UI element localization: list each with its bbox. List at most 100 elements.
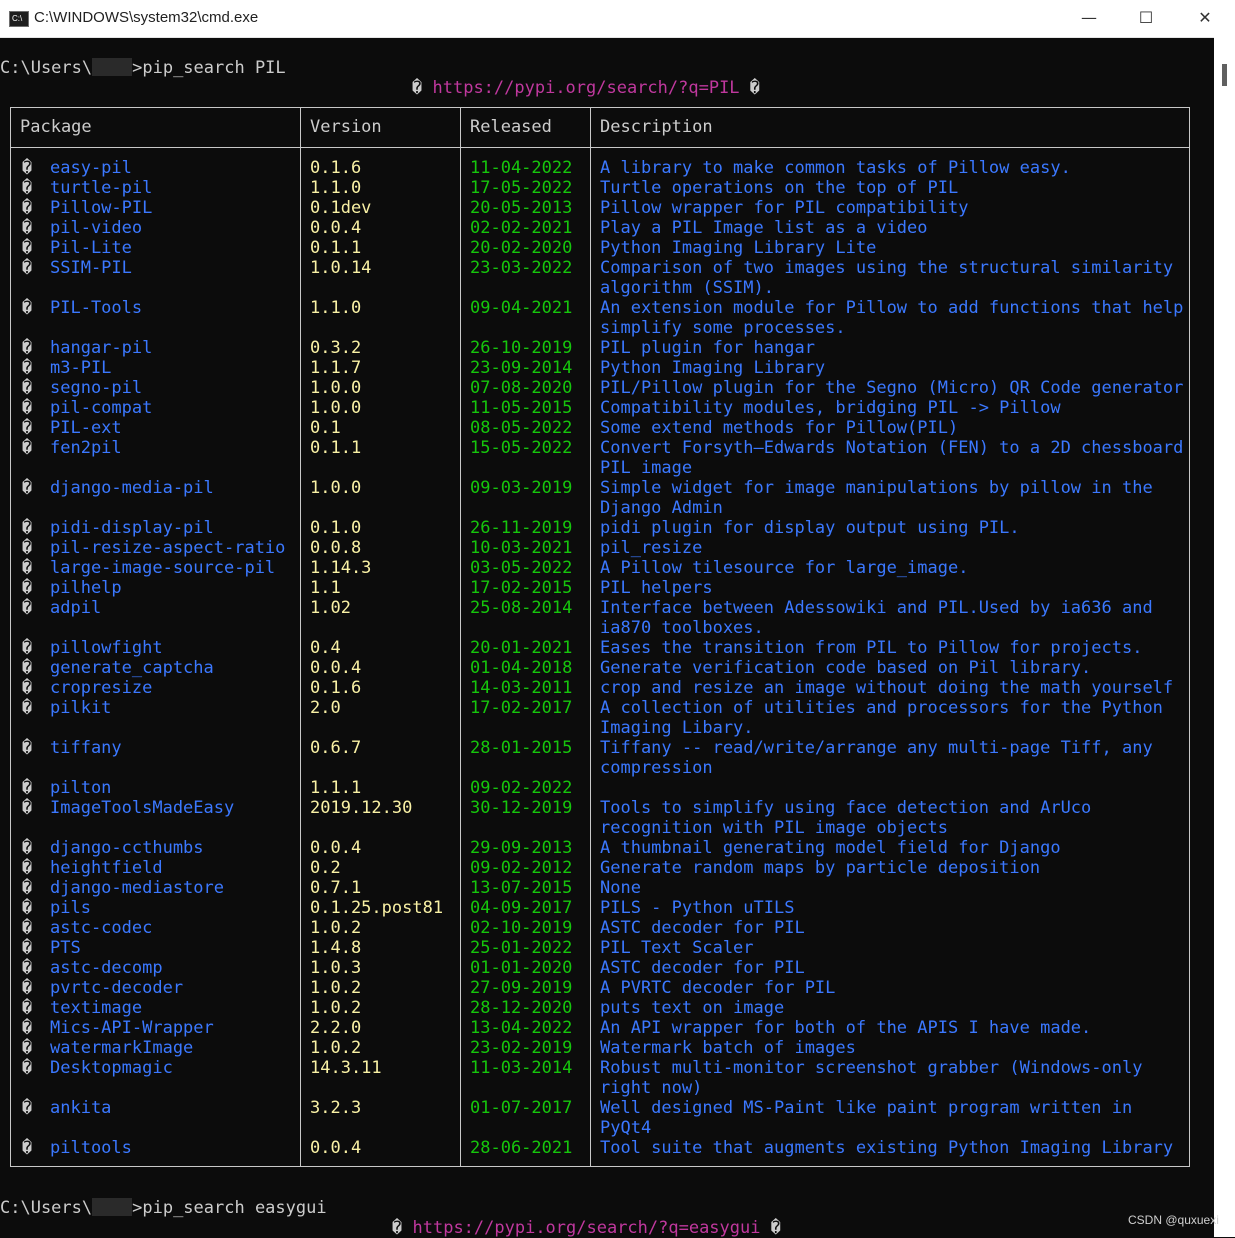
package-icon: �	[22, 1098, 33, 1118]
package-version: 1.0.2	[310, 998, 362, 1018]
package-icon: �	[22, 298, 33, 318]
release-date: 23-03-2022	[470, 258, 573, 278]
header-divider	[10, 147, 1190, 148]
minimize-button[interactable]: —	[1060, 0, 1118, 37]
release-date: 11-03-2014	[470, 1058, 573, 1078]
package-icon: �	[22, 1018, 33, 1038]
package-version: 0.1.0	[310, 518, 362, 538]
package-version: 0.0.4	[310, 658, 362, 678]
maximize-button[interactable]: ☐	[1117, 0, 1175, 37]
package-version: 0.0.4	[310, 218, 362, 238]
header-version: Version	[310, 117, 382, 137]
prompt-line-1: C:\Users\ >pip_search PIL	[0, 58, 286, 78]
package-name: watermarkImage	[50, 1038, 194, 1058]
package-description: Generate random maps by particle deposit…	[600, 858, 1041, 878]
vertical-scrollbar[interactable]	[1214, 37, 1235, 1237]
package-version: 1.0.0	[310, 398, 362, 418]
package-icon: �	[22, 438, 33, 458]
release-date: 25-01-2022	[470, 938, 573, 958]
package-version: 0.0.8	[310, 538, 362, 558]
package-version: 0.3.2	[310, 338, 362, 358]
package-description: Play a PIL Image list as a video	[600, 218, 928, 238]
package-description: Tools to simplify using face detection a…	[600, 798, 1092, 838]
close-button[interactable]: ✕	[1176, 0, 1234, 37]
package-version: 0.1dev	[310, 198, 372, 218]
package-icon: �	[22, 898, 33, 918]
release-date: 13-07-2015	[470, 878, 573, 898]
release-date: 09-02-2022	[470, 778, 573, 798]
package-version: 14.3.11	[310, 1058, 382, 1078]
release-date: 27-09-2019	[470, 978, 573, 998]
package-icon: �	[22, 858, 33, 878]
package-description: Convert Forsyth–Edwards Notation (FEN) t…	[600, 438, 1184, 478]
package-version: 0.1.1	[310, 238, 362, 258]
release-date: 04-09-2017	[470, 898, 573, 918]
package-version: 1.0.0	[310, 378, 362, 398]
package-icon: �	[22, 198, 33, 218]
package-version: 0.1.6	[310, 158, 362, 178]
package-name: django-ccthumbs	[50, 838, 204, 858]
package-name: segno-pil	[50, 378, 143, 398]
search-url-line-2: � https://pypi.org/search/?q=easygui �	[392, 1218, 781, 1238]
package-description: PIL helpers	[600, 578, 713, 598]
package-version: 2019.12.30	[310, 798, 413, 818]
title-bar: C:\ C:\WINDOWS\system32\cmd.exe — ☐ ✕	[0, 0, 1235, 38]
package-description: An extension module for Pillow to add fu…	[600, 298, 1184, 338]
package-icon: �	[22, 598, 33, 618]
package-icon: �	[22, 178, 33, 198]
package-version: 0.1	[310, 418, 341, 438]
column-divider	[460, 107, 461, 1167]
package-icon: �	[22, 978, 33, 998]
release-date: 30-12-2019	[470, 798, 573, 818]
package-icon: �	[22, 798, 33, 818]
header-description: Description	[600, 117, 713, 137]
search-url-link[interactable]: https://pypi.org/search/?q=PIL	[433, 78, 740, 98]
package-name: pil-resize-aspect-ratio	[50, 538, 286, 558]
package-version: 1.0.2	[310, 1038, 362, 1058]
package-description: puts text on image	[600, 998, 785, 1018]
package-name: pil-compat	[50, 398, 153, 418]
package-icon: �	[22, 1038, 33, 1058]
release-date: 25-08-2014	[470, 598, 573, 618]
package-icon: �	[22, 218, 33, 238]
prompt-path: C:\Users\	[0, 58, 93, 78]
search-url-link[interactable]: https://pypi.org/search/?q=easygui	[413, 1218, 761, 1238]
release-date: 17-02-2017	[470, 698, 573, 718]
package-name: large-image-source-pil	[50, 558, 276, 578]
package-name: pilton	[50, 778, 112, 798]
package-name: ImageToolsMadeEasy	[50, 798, 235, 818]
package-name: pvrtc-decoder	[50, 978, 184, 998]
package-icon: �	[22, 378, 33, 398]
package-version: 1.02	[310, 598, 351, 618]
scrollbar-thumb[interactable]	[1222, 64, 1227, 86]
release-date: 17-05-2022	[470, 178, 573, 198]
release-date: 20-01-2021	[470, 638, 573, 658]
package-name: hangar-pil	[50, 338, 153, 358]
package-version: 1.0.0	[310, 478, 362, 498]
watermark: CSDN @quxuexi	[1128, 1213, 1219, 1227]
package-version: 2.0	[310, 698, 341, 718]
column-divider	[590, 107, 591, 1167]
package-icon: �	[22, 838, 33, 858]
package-name: generate_captcha	[50, 658, 214, 678]
release-date: 28-01-2015	[470, 738, 573, 758]
package-description: None	[600, 878, 641, 898]
package-icon: �	[22, 158, 33, 178]
package-name: django-mediastore	[50, 878, 224, 898]
prompt-command: >pip_search PIL	[132, 58, 286, 78]
prompt-line-2: C:\Users\ >pip_search easygui	[0, 1198, 327, 1218]
unknown-glyph-icon: �	[412, 78, 423, 98]
package-icon: �	[22, 778, 33, 798]
prompt-path: C:\Users\	[0, 1198, 93, 1218]
package-description: ASTC decoder for PIL	[600, 958, 805, 978]
release-date: 23-02-2019	[470, 1038, 573, 1058]
package-icon: �	[22, 418, 33, 438]
package-description: PIL Text Scaler	[600, 938, 754, 958]
release-date: 09-02-2012	[470, 858, 573, 878]
package-description: Comparison of two images using the struc…	[600, 258, 1174, 298]
release-date: 01-04-2018	[470, 658, 573, 678]
package-description: Pillow wrapper for PIL compatibility	[600, 198, 969, 218]
package-name: piltools	[50, 1138, 132, 1158]
package-description: Python Imaging Library	[600, 358, 826, 378]
package-icon: �	[22, 338, 33, 358]
